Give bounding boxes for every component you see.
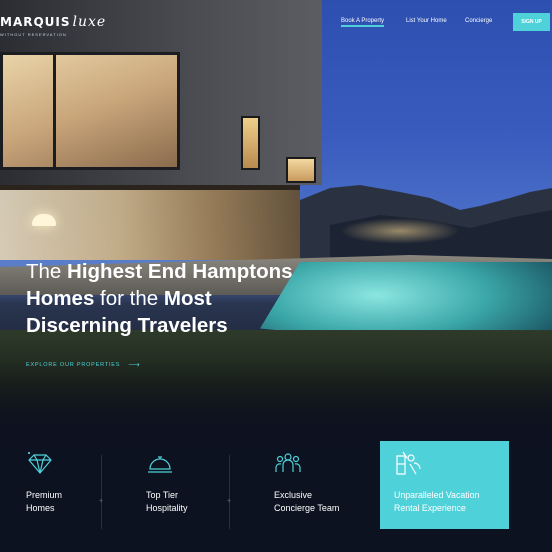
feature-label: Unparalleled Vacation Rental Experience: [394, 490, 480, 513]
feature-vacation-rental: Unparalleled Vacation Rental Experience: [380, 441, 509, 529]
arrow-right-icon: ⟶: [128, 360, 141, 369]
site-logo[interactable]: MARQUIS luxe: [0, 14, 106, 30]
city-lights: [340, 218, 460, 244]
headline-text: for the: [94, 287, 164, 310]
service-bell-icon: [148, 456, 172, 473]
house-window: [286, 157, 316, 183]
explore-properties-link[interactable]: EXPLORE OUR PROPERTIES ⟶: [26, 360, 141, 369]
nav-concierge[interactable]: Concierge: [465, 18, 492, 24]
headline-text-bold: Discerning Travelers: [26, 314, 228, 337]
feature-label: Premium Homes: [26, 490, 63, 513]
logo-tagline: WITHOUT RESERVATION: [0, 32, 67, 37]
logo-wordmark: MARQUIS: [0, 15, 71, 29]
feature-top-tier-hospitality: Top Tier Hospitality: [146, 441, 226, 529]
feature-exclusive-concierge: Exclusive Concierge Team: [274, 441, 374, 529]
headline-text-bold: Homes: [26, 287, 95, 310]
divider: [101, 455, 102, 529]
nav-list-your-home[interactable]: List Your Home: [406, 18, 447, 24]
team-icon: [275, 453, 301, 472]
headline-text-bold: Highest End Hamptons: [67, 260, 293, 283]
logo-script: luxe: [72, 14, 107, 30]
diamond-icon: [28, 452, 52, 474]
feature-label: Top Tier Hospitality: [146, 490, 188, 513]
divider: [229, 455, 230, 529]
house-window: [241, 116, 260, 170]
feature-premium-homes: Premium Homes: [26, 441, 106, 529]
explore-label: EXPLORE OUR PROPERTIES: [26, 361, 121, 368]
house-window: [0, 52, 180, 170]
headline-text: The: [26, 260, 68, 283]
plus-mark: +: [99, 498, 104, 505]
signup-button[interactable]: SIGN UP: [513, 13, 550, 31]
hero-headline: The Highest End Hamptons Homes for the M…: [26, 258, 386, 339]
plus-mark: +: [227, 498, 232, 505]
pendant-lamp: [32, 214, 56, 226]
feature-label: Exclusive Concierge Team: [274, 490, 340, 513]
nav-book-property[interactable]: Book A Property: [341, 18, 385, 27]
headline-text-bold: Most: [163, 287, 212, 310]
beach-drink-icon: [396, 451, 421, 475]
